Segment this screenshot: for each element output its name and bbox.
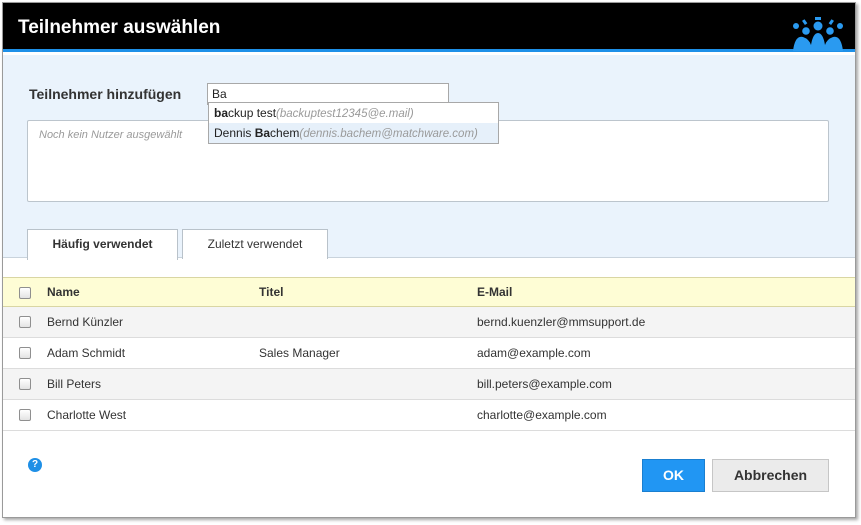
selected-placeholder: Noch kein Nutzer ausgewählt [39,129,183,141]
suggestion-item[interactable]: Dennis Bachem(dennis.bachem@matchware.co… [209,123,498,143]
table-row[interactable]: Bill Peters bill.peters@example.com [3,369,855,400]
suggestion-item[interactable]: backup test(backuptest12345@e.mail) [209,103,498,123]
table-row[interactable]: Bernd Künzler bernd.kuenzler@mmsupport.d… [3,307,855,338]
add-participant-area: Teilnehmer hinzufügen Noch kein Nutzer a… [3,55,855,260]
row-name: Bernd Künzler [47,315,124,329]
row-checkbox[interactable] [19,316,31,328]
row-checkbox[interactable] [19,378,31,390]
participant-dialog: Teilnehmer auswählen Teilnehmer hinzufüg… [2,2,856,518]
suggestion-email: (backuptest12345@e.mail) [276,108,414,120]
suggestion-text-after: chem [270,126,300,140]
table-header: Name Titel E-Mail [3,277,855,307]
dialog-titlebar: Teilnehmer auswählen [3,3,855,52]
cancel-button[interactable]: Abbrechen [712,459,829,492]
row-name: Adam Schmidt [47,346,126,360]
column-header-email[interactable]: E-Mail [477,278,512,307]
dialog-title: Teilnehmer auswählen [18,17,221,38]
row-email: bernd.kuenzler@mmsupport.de [477,315,646,329]
autocomplete-dropdown: backup test(backuptest12345@e.mail) Denn… [208,102,499,144]
tab-recently-used[interactable]: Zuletzt verwendet [182,229,328,259]
participants-table: Name Titel E-Mail Bernd Künzler bernd.ku… [3,277,855,431]
column-header-title[interactable]: Titel [259,278,283,307]
row-title: Sales Manager [259,346,340,360]
suggestion-text-after: ckup test [228,106,277,120]
add-participant-label: Teilnehmer hinzufügen [29,86,182,102]
select-all-checkbox[interactable] [19,287,31,299]
help-icon[interactable]: ? [28,458,42,472]
row-email: bill.peters@example.com [477,377,612,391]
row-name: Charlotte West [47,408,127,422]
column-header-name[interactable]: Name [47,278,80,307]
tab-frequently-used[interactable]: Häufig verwendet [27,229,178,260]
suggestion-match: Ba [254,126,271,140]
crown-people-logo-icon [793,17,843,51]
row-email: adam@example.com [477,346,591,360]
row-checkbox[interactable] [19,409,31,421]
suggestion-text-before: Dennis [214,126,255,140]
suggestion-match: ba [214,106,229,120]
ok-button[interactable]: OK [642,459,705,492]
row-name: Bill Peters [47,377,102,391]
suggestion-email: (dennis.bachem@matchware.com) [299,128,478,140]
row-email: charlotte@example.com [477,408,607,422]
table-row[interactable]: Adam Schmidt Sales Manager adam@example.… [3,338,855,369]
table-row[interactable]: Charlotte West charlotte@example.com [3,400,855,431]
row-checkbox[interactable] [19,347,31,359]
